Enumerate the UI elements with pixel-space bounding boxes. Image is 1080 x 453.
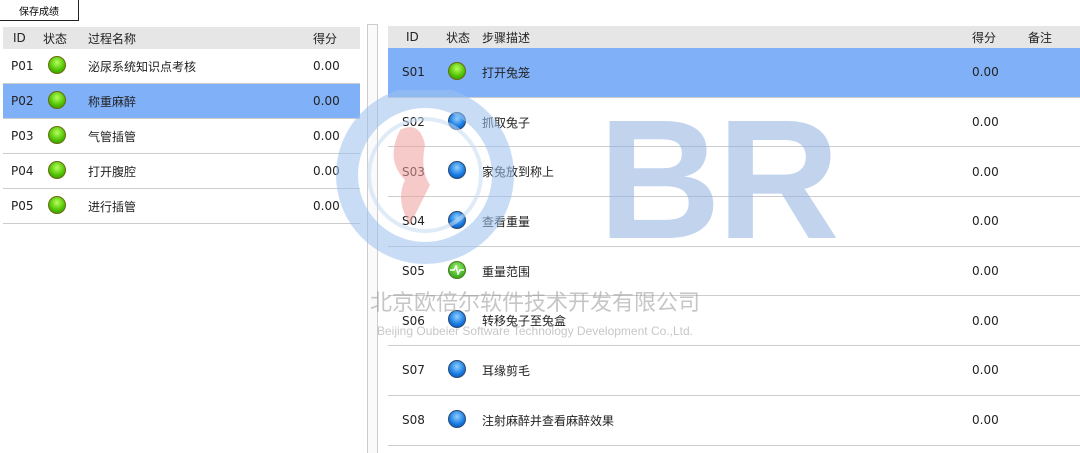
- row-id: S01: [402, 65, 425, 80]
- table-header: ID 状态 过程名称 得分: [3, 27, 360, 49]
- status-blue-icon: [448, 359, 466, 378]
- row-score: 0.00: [972, 313, 999, 328]
- row-name: 泌尿系统知识点考核: [88, 59, 197, 74]
- scrollbar[interactable]: [367, 24, 378, 453]
- row-id: P05: [11, 199, 34, 213]
- table-row[interactable]: S02 抓取兔子 0.00: [388, 98, 1080, 148]
- row-score: 0.00: [972, 65, 999, 80]
- table-row[interactable]: S05 重量范围 0.00: [388, 247, 1080, 297]
- status-blue-icon: [448, 111, 466, 130]
- table-header: ID 状态 步骤描述 得分 备注: [388, 26, 1080, 48]
- row-name: 打开腹腔: [88, 164, 137, 179]
- status-green-icon: [48, 55, 66, 74]
- table-row[interactable]: P02 称重麻醉 0.00: [3, 84, 360, 119]
- status-green-icon: [48, 160, 66, 179]
- row-score: 0.00: [313, 129, 340, 143]
- row-score: 0.00: [313, 94, 340, 108]
- table-row[interactable]: S06 转移兔子至兔盒 0.00: [388, 296, 1080, 347]
- row-score: 0.00: [972, 164, 999, 179]
- row-desc: 家兔放到称上: [482, 165, 555, 180]
- row-desc: 耳缘剪毛: [482, 363, 531, 378]
- row-id: S07: [402, 363, 425, 378]
- col-note: 备注: [1028, 30, 1053, 45]
- table-row[interactable]: S03 家兔放到称上 0.00: [388, 147, 1080, 198]
- row-desc: 打开兔笼: [482, 65, 531, 80]
- row-score: 0.00: [313, 164, 340, 178]
- table-row[interactable]: S07 耳缘剪毛 0.00: [388, 346, 1080, 396]
- table-row[interactable]: S01 打开兔笼 0.00: [388, 48, 1080, 98]
- row-score: 0.00: [972, 214, 999, 229]
- status-blue-icon: [448, 161, 466, 180]
- row-score: 0.00: [972, 115, 999, 130]
- table-row[interactable]: P04 打开腹腔 0.00: [3, 154, 360, 189]
- status-blue-icon: [448, 210, 466, 229]
- col-status: 状态: [43, 31, 68, 46]
- table-row[interactable]: S08 注射麻醉并查看麻醉效果 0.00: [388, 396, 1080, 446]
- save-score-button[interactable]: 保存成绩: [0, 0, 79, 21]
- row-id: P01: [11, 59, 34, 73]
- col-id: ID: [13, 31, 26, 45]
- col-id: ID: [406, 30, 419, 44]
- table-row[interactable]: S04 查看重量 0.00: [388, 197, 1080, 247]
- row-id: P02: [11, 94, 34, 108]
- status-green-icon: [48, 90, 66, 109]
- col-status: 状态: [446, 30, 471, 45]
- row-id: P03: [11, 129, 34, 143]
- row-desc: 重量范围: [482, 264, 531, 279]
- row-id: P04: [11, 164, 34, 178]
- row-desc: 抓取兔子: [482, 115, 531, 130]
- status-green-icon: [448, 61, 466, 80]
- row-id: S04: [402, 214, 425, 229]
- row-score: 0.00: [972, 363, 999, 378]
- table-row[interactable]: P01 泌尿系统知识点考核 0.00: [3, 49, 360, 84]
- process-table: ID 状态 过程名称 得分 P01 泌尿系统知识点考核 0.00 P02 称重麻醉…: [3, 27, 360, 224]
- row-desc: 查看重量: [482, 214, 531, 229]
- col-score: 得分: [313, 31, 338, 46]
- status-pulse-icon: [448, 260, 466, 279]
- row-desc: 注射麻醉并查看麻醉效果: [482, 413, 615, 428]
- status-blue-icon: [448, 310, 466, 329]
- status-blue-icon: [448, 409, 466, 428]
- row-name: 气管插管: [88, 129, 137, 144]
- row-score: 0.00: [313, 59, 340, 73]
- row-name: 进行插管: [88, 199, 137, 214]
- row-desc: 转移兔子至兔盒: [482, 314, 567, 329]
- col-score: 得分: [972, 30, 997, 45]
- row-id: S08: [402, 413, 425, 428]
- col-name: 过程名称: [88, 31, 137, 46]
- col-desc: 步骤描述: [482, 30, 531, 45]
- row-name: 称重麻醉: [88, 94, 137, 109]
- row-id: S05: [402, 264, 425, 279]
- row-score: 0.00: [313, 199, 340, 213]
- row-score: 0.00: [972, 264, 999, 279]
- step-table: ID 状态 步骤描述 得分 备注 S01 打开兔笼 0.00 S02 抓取兔子 …: [388, 26, 1080, 446]
- row-id: S02: [402, 115, 425, 130]
- table-row[interactable]: P03 气管插管 0.00: [3, 119, 360, 154]
- row-score: 0.00: [972, 413, 999, 428]
- row-id: S03: [402, 164, 425, 179]
- table-row[interactable]: P05 进行插管 0.00: [3, 189, 360, 224]
- status-green-icon: [48, 125, 66, 144]
- row-id: S06: [402, 313, 425, 328]
- status-green-icon: [48, 195, 66, 214]
